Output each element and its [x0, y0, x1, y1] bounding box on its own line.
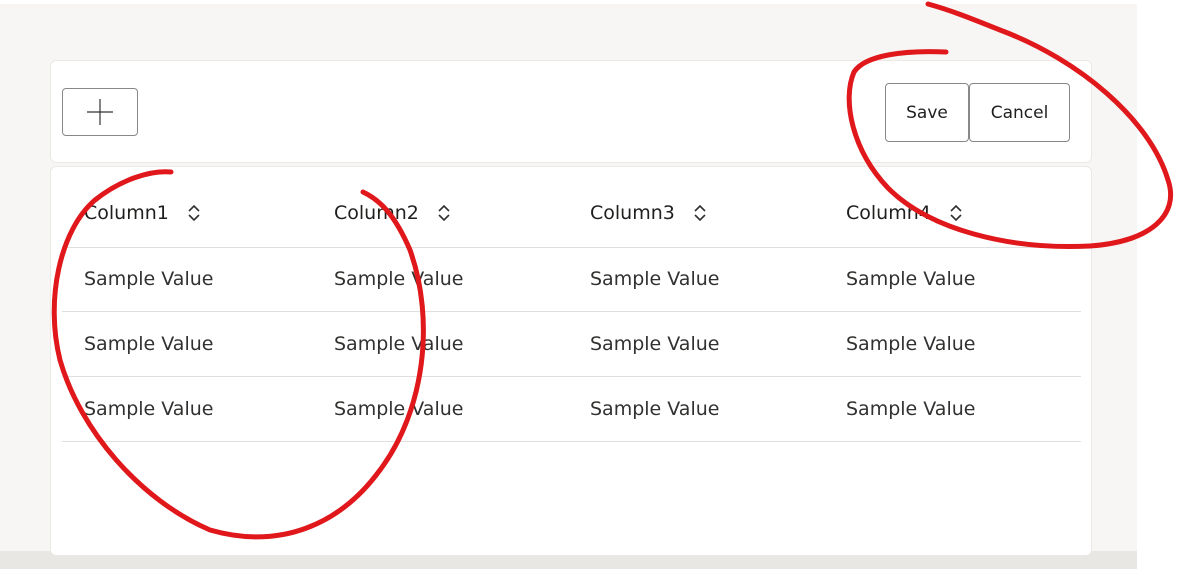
- sort-chevrons-icon[interactable]: [437, 203, 451, 223]
- column-header-label: Column4: [846, 202, 931, 224]
- plus-icon: [87, 99, 113, 125]
- table-cell: Sample Value: [846, 333, 976, 355]
- column-header-label: Column2: [334, 202, 419, 224]
- cancel-button[interactable]: Cancel: [969, 83, 1070, 142]
- table-cell: Sample Value: [334, 333, 464, 355]
- table-cell: Sample Value: [590, 268, 720, 290]
- sort-chevrons-icon[interactable]: [187, 203, 201, 223]
- table-cell: Sample Value: [846, 398, 976, 420]
- column-header-4[interactable]: Column4: [846, 196, 963, 230]
- table-cell: Sample Value: [590, 333, 720, 355]
- column-header-2[interactable]: Column2: [334, 196, 451, 230]
- table-cell: Sample Value: [84, 268, 214, 290]
- column-header-3[interactable]: Column3: [590, 196, 707, 230]
- column-header-1[interactable]: Column1: [84, 196, 201, 230]
- add-button[interactable]: [62, 88, 138, 136]
- table-cell: Sample Value: [84, 398, 214, 420]
- table-cell: Sample Value: [334, 398, 464, 420]
- table-cell: Sample Value: [846, 268, 976, 290]
- row-divider: [62, 247, 1081, 248]
- column-header-label: Column1: [84, 202, 169, 224]
- column-header-label: Column3: [590, 202, 675, 224]
- table-cell: Sample Value: [84, 333, 214, 355]
- sort-chevrons-icon[interactable]: [949, 203, 963, 223]
- row-divider: [62, 441, 1081, 442]
- sort-chevrons-icon[interactable]: [693, 203, 707, 223]
- table-cell: Sample Value: [334, 268, 464, 290]
- row-divider: [62, 376, 1081, 377]
- row-divider: [62, 311, 1081, 312]
- table-cell: Sample Value: [590, 398, 720, 420]
- save-button[interactable]: Save: [885, 83, 969, 142]
